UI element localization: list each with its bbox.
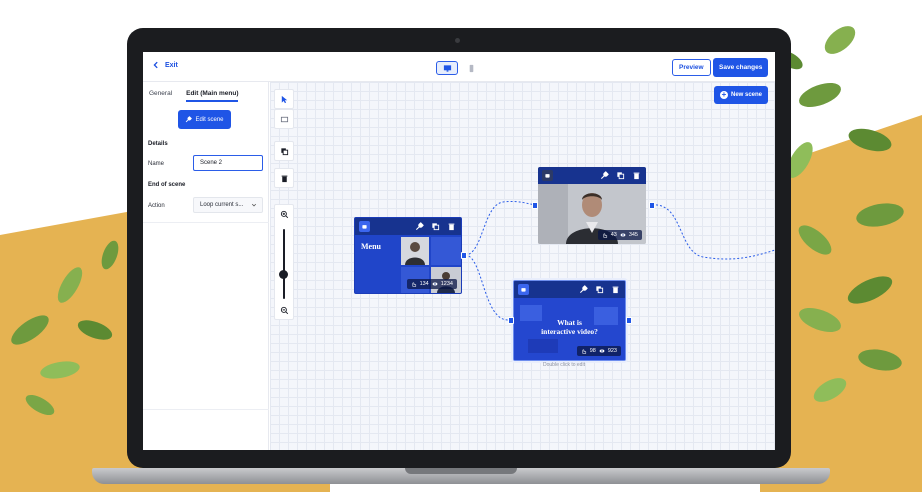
monitor-icon <box>443 64 451 72</box>
action-label: Action <box>148 203 165 209</box>
name-label: Name <box>148 161 165 167</box>
edit-scene-button[interactable]: Edit scene <box>178 110 231 129</box>
connection-port[interactable] <box>532 202 538 209</box>
menu-thumbnail-person <box>401 237 429 265</box>
tab-edit-main-menu[interactable]: Edit (Main menu) <box>186 90 239 102</box>
view-count: 345 <box>628 232 638 238</box>
new-scene-label: New scene <box>731 92 763 98</box>
top-bar: Exit Preview Save changes <box>143 52 775 82</box>
zoom-in-button[interactable] <box>274 204 294 224</box>
connection-port[interactable] <box>649 202 655 209</box>
hand-icon <box>545 174 550 178</box>
chevron-down-icon <box>251 203 257 207</box>
scene-title: What is interactive video? <box>514 318 625 336</box>
connection-port[interactable] <box>508 317 514 324</box>
duplicate-tool-button[interactable] <box>274 141 294 161</box>
view-count: 923 <box>607 348 617 354</box>
scene-canvas[interactable] <box>270 82 775 450</box>
menu-thumbnail <box>431 237 461 265</box>
hand-icon <box>521 288 526 292</box>
wrench-icon[interactable] <box>415 222 424 231</box>
scene-card-header <box>355 218 461 235</box>
hand-icon <box>362 225 367 229</box>
device-toggle <box>436 61 482 75</box>
trash-icon <box>281 175 287 182</box>
zoom-out-icon <box>280 306 288 314</box>
scene-stats: 134 1234 <box>406 279 457 289</box>
app-screen: Exit Preview Save changes General Edit (… <box>143 52 775 450</box>
eye-icon <box>620 233 626 237</box>
eye-icon <box>599 349 605 353</box>
scene-card-header <box>538 167 646 184</box>
chevron-left-icon <box>153 61 158 69</box>
cursor-icon <box>281 95 287 103</box>
delete-tool-button[interactable] <box>274 168 294 188</box>
zoom-out-button[interactable] <box>274 300 294 320</box>
end-of-scene-heading: End of scene <box>148 182 186 188</box>
exit-label: Exit <box>165 61 178 69</box>
hand-click-icon <box>603 233 607 238</box>
canvas-toolbar <box>274 89 294 320</box>
click-count: 134 <box>419 281 429 287</box>
click-count: 98 <box>589 348 596 354</box>
click-count: 43 <box>610 232 617 238</box>
divider <box>143 409 269 410</box>
rectangle-select-icon <box>280 116 288 122</box>
tab-general[interactable]: General <box>149 90 172 102</box>
eye-icon <box>432 282 438 286</box>
preview-button[interactable]: Preview <box>672 59 711 76</box>
details-heading: Details <box>148 141 168 147</box>
scene-title-line: What is <box>557 318 582 327</box>
scene-card-menu[interactable]: Menu 134 1234 <box>354 217 462 294</box>
action-select[interactable]: Loop current s... <box>193 197 263 213</box>
sidebar-tabs: General Edit (Main menu) <box>143 82 268 102</box>
scene-type-icon <box>518 284 529 295</box>
mobile-view-button[interactable] <box>460 61 482 75</box>
copy-icon[interactable] <box>595 285 604 294</box>
scene-type-icon <box>542 170 553 181</box>
scene-card-body: What is interactive video? 98 923 <box>514 281 625 360</box>
laptop-notch <box>405 468 517 474</box>
view-count: 1234 <box>440 281 453 287</box>
phone-icon <box>469 64 473 72</box>
save-changes-button[interactable]: Save changes <box>713 58 769 77</box>
scene-stats: 98 923 <box>576 346 621 356</box>
wrench-icon[interactable] <box>600 171 609 180</box>
wrench-icon[interactable] <box>579 285 588 294</box>
desktop-view-button[interactable] <box>436 61 458 75</box>
wrench-icon <box>186 116 193 123</box>
hand-click-icon <box>582 349 586 354</box>
zoom-slider[interactable] <box>283 229 285 299</box>
trash-icon[interactable] <box>611 285 620 294</box>
marquee-tool-button[interactable] <box>274 109 294 129</box>
sidebar: General Edit (Main menu) Edit scene Deta… <box>143 82 269 450</box>
copy-icon <box>280 147 288 155</box>
exit-button[interactable]: Exit <box>152 61 178 69</box>
double-click-hint: Double click to edit <box>543 362 585 368</box>
new-scene-button[interactable]: + New scene <box>714 86 769 104</box>
scene-card-header <box>514 281 625 298</box>
select-tool-button[interactable] <box>274 89 294 109</box>
scene-title-line: interactive video? <box>541 327 598 336</box>
scene-card-presenter[interactable]: 43 345 <box>538 167 646 244</box>
scene-title: Menu <box>361 242 381 251</box>
zoom-slider-handle[interactable] <box>279 270 288 279</box>
trash-icon[interactable] <box>632 171 641 180</box>
scene-card-interactive-video[interactable]: What is interactive video? 98 923 <box>513 280 626 361</box>
hand-click-icon <box>412 282 416 287</box>
edit-scene-label: Edit scene <box>195 116 224 123</box>
copy-icon[interactable] <box>431 222 440 231</box>
scene-name-field[interactable]: Scene 2 <box>193 155 263 171</box>
camera <box>455 38 460 43</box>
trash-icon[interactable] <box>447 222 456 231</box>
copy-icon[interactable] <box>616 171 625 180</box>
connection-port[interactable] <box>461 252 467 259</box>
scene-type-icon <box>359 221 370 232</box>
plus-icon: + <box>720 90 728 99</box>
scene-stats: 43 345 <box>597 230 642 240</box>
zoom-in-icon <box>280 210 288 218</box>
divider <box>143 222 269 223</box>
action-select-value: Loop current s... <box>200 202 244 208</box>
connection-port[interactable] <box>626 317 632 324</box>
